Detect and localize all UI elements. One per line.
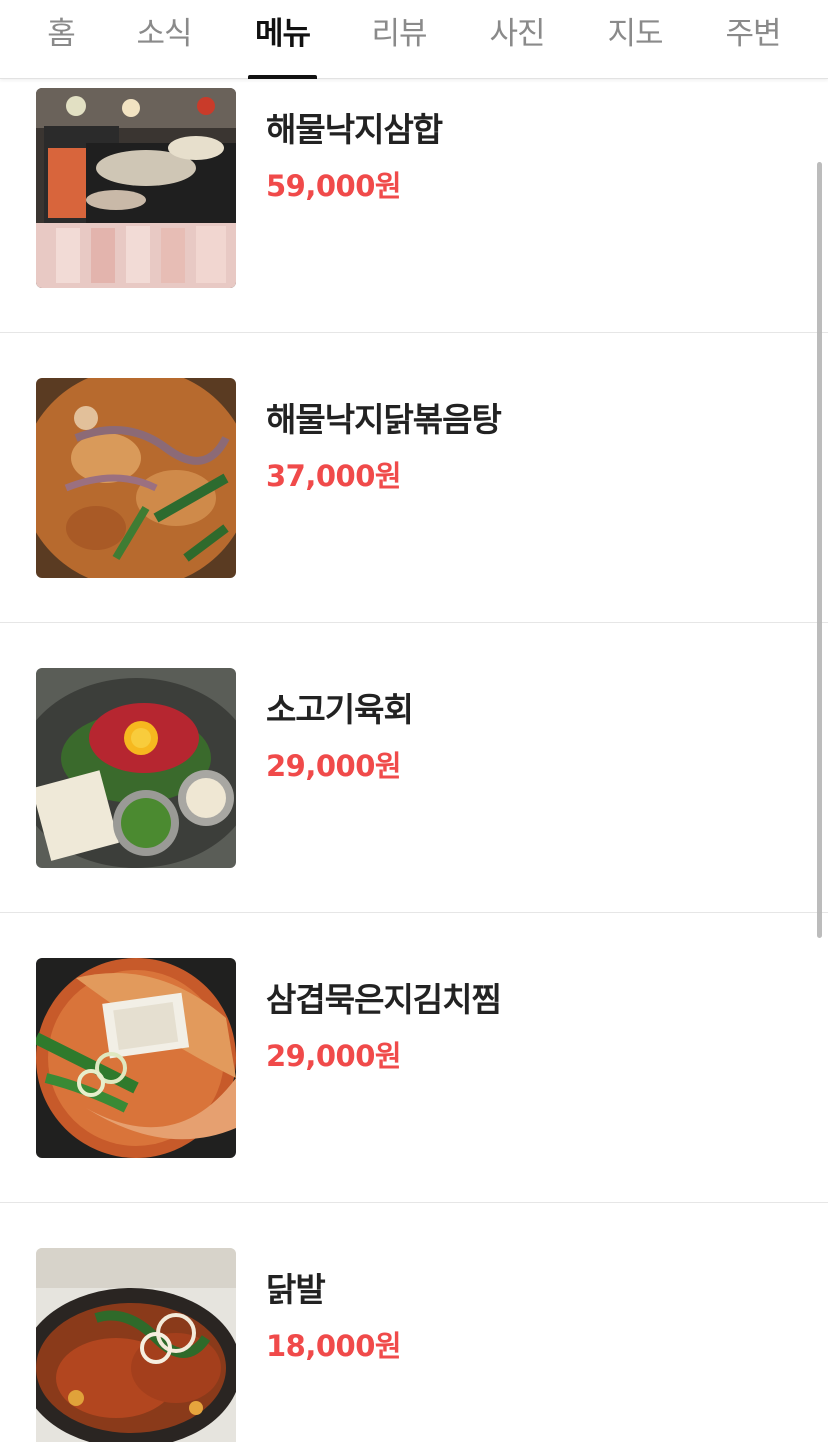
tab-nearby[interactable]: 주변 [718,0,788,79]
menu-item[interactable]: 닭발 18,000원 [0,1203,828,1442]
menu-price: 18,000원 [266,1329,402,1363]
tab-label: 리뷰 [371,16,427,52]
menu-name: 소고기육회 [266,690,414,729]
tab-label: 홈 [47,16,76,52]
menu-photo-chicken-feet[interactable] [36,1248,236,1442]
menu-photo-kimchi-stew[interactable] [36,958,236,1158]
menu-price: 29,000원 [266,749,402,783]
tab-label: 주변 [725,16,781,52]
tab-map[interactable]: 지도 [600,0,670,79]
menu-item[interactable]: 소고기육회 29,000원 [0,623,828,913]
menu-photo-seafood-platter[interactable] [36,88,236,288]
tab-label: 메뉴 [254,16,311,52]
menu-name: 해물낙지삼합 [266,110,443,149]
tab-home[interactable]: 홈 [36,0,86,79]
menu-price: 37,000원 [266,459,402,493]
tab-photos[interactable]: 사진 [482,0,552,79]
tab-menu[interactable]: 메뉴 [248,0,317,79]
tab-label: 소식 [136,16,192,52]
menu-photo-octopus-chicken-stew[interactable] [36,378,236,578]
tab-reviews[interactable]: 리뷰 [364,0,434,79]
menu-name: 닭발 [266,1270,326,1309]
tab-label: 사진 [489,16,545,52]
menu-item[interactable]: 삼겹묵은지김치찜 29,000원 [0,913,828,1203]
menu-price: 59,000원 [266,169,402,203]
tab-bar: 홈 소식 메뉴 리뷰 사진 지도 주변 [0,0,828,79]
menu-item[interactable]: 해물낙지삼합 59,000원 [0,43,828,333]
tab-label: 지도 [607,16,663,52]
menu-price: 29,000원 [266,1039,402,1073]
menu-photo-beef-tartare[interactable] [36,668,236,868]
menu-name: 삼겹묵은지김치찜 [266,980,502,1019]
tab-news[interactable]: 소식 [130,0,198,79]
menu-page: 홈 소식 메뉴 리뷰 사진 지도 주변 해물낙지삼합 59,000원 해물낙지닭… [0,0,828,1442]
menu-name: 해물낙지닭볶음탕 [266,400,502,439]
scrollbar[interactable] [817,162,822,938]
menu-item[interactable]: 해물낙지닭볶음탕 37,000원 [0,333,828,623]
